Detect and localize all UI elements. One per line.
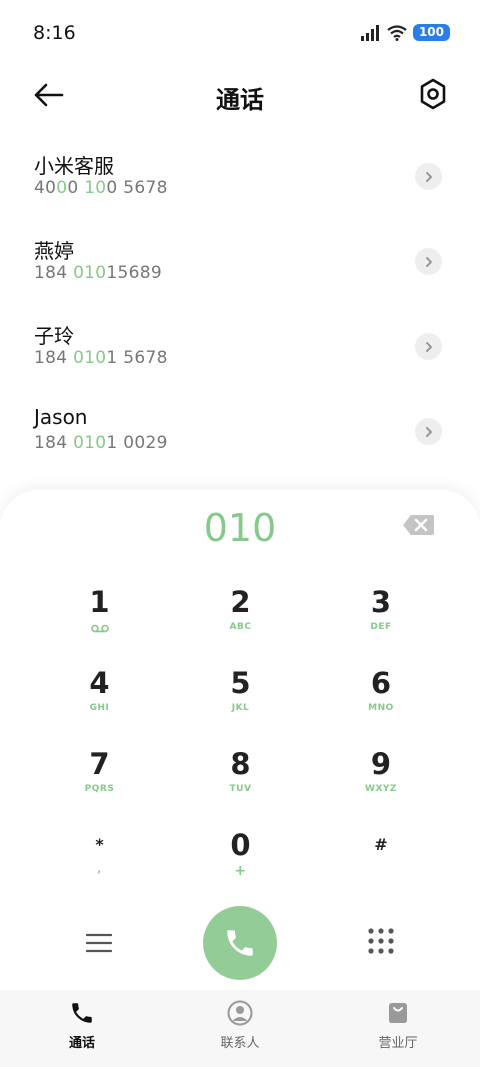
contact-name: 子玲 — [34, 324, 74, 348]
key-digit: 7 — [89, 747, 110, 781]
key-digit: 1 — [89, 585, 110, 619]
key-digit: 4 — [89, 666, 110, 700]
contact-detail-button[interactable] — [415, 163, 442, 190]
page-title: 通话 — [216, 86, 264, 114]
key-letters: PQRS — [84, 784, 115, 794]
header: 通话 — [0, 70, 480, 120]
key-digit: # — [374, 835, 388, 854]
key-digit: 9 — [370, 747, 392, 781]
key-letters: DEF — [370, 622, 392, 632]
key-letters: , — [97, 865, 102, 875]
status-time: 8:16 — [33, 22, 76, 44]
key-3[interactable]: 3 DEF — [311, 572, 451, 653]
tab-calls[interactable]: 通话 — [22, 1000, 142, 1051]
status-bar: 8:16 100 — [0, 0, 480, 64]
key-2[interactable]: 2 ABC — [170, 572, 311, 653]
key-7[interactable]: 7 PQRS — [29, 734, 170, 815]
voicemail-icon — [90, 624, 109, 633]
key-digit: * — [95, 835, 104, 854]
phone-icon — [72, 1003, 92, 1023]
contact-number: 184 0101 5678 — [34, 348, 168, 368]
list-item[interactable]: 小米客服 4000 100 5678 — [0, 140, 480, 225]
contact-number: 184 0101 0029 — [34, 433, 168, 453]
contact-number: 184 01015689 — [34, 263, 163, 283]
keypad-grid-icon — [368, 928, 394, 954]
contact-detail-button[interactable] — [415, 418, 442, 445]
key-letters: ABC — [229, 622, 252, 632]
settings-icon — [420, 78, 446, 110]
back-button[interactable] — [30, 78, 68, 112]
list-item[interactable]: 燕婷 184 01015689 — [0, 225, 480, 310]
contact-name: Jason — [34, 405, 88, 429]
key-4[interactable]: 4 GHI — [29, 653, 170, 734]
backspace-button[interactable] — [402, 512, 436, 538]
list-item[interactable]: Jason 184 0101 0029 — [0, 395, 480, 480]
contact-name: 小米客服 — [34, 154, 114, 178]
chevron-right-icon — [425, 171, 432, 182]
key-0[interactable]: 0 + — [170, 815, 311, 896]
chevron-right-icon — [425, 256, 432, 267]
battery-indicator: 100 — [412, 24, 450, 41]
tab-service-label: 营业厅 — [378, 1036, 418, 1051]
contact-detail-button[interactable] — [415, 333, 442, 360]
contact-detail-button[interactable] — [415, 248, 442, 275]
key-letters: + — [234, 863, 247, 879]
bottom-nav: 通话 联系人 营业厅 — [0, 990, 480, 1067]
key-8[interactable]: 8 TUV — [170, 734, 311, 815]
back-arrow-icon — [34, 83, 64, 107]
key-hash[interactable]: # — [311, 815, 451, 896]
key-5[interactable]: 5 JKL — [170, 653, 311, 734]
tab-calls-label: 通话 — [68, 1036, 95, 1051]
person-icon — [227, 1000, 253, 1026]
list-item[interactable]: 子玲 184 0101 5678 — [0, 310, 480, 395]
key-digit: 2 — [230, 585, 251, 619]
tab-contacts-label: 联系人 — [220, 1036, 260, 1051]
key-digit: 8 — [230, 747, 251, 781]
key-9[interactable]: 9 WXYZ — [311, 734, 451, 815]
status-icons: 100 — [360, 24, 450, 41]
key-6[interactable]: 6 MNO — [311, 653, 451, 734]
tab-service[interactable]: 营业厅 — [338, 1000, 458, 1051]
key-digit: 3 — [370, 585, 392, 619]
tab-contacts[interactable]: 联系人 — [180, 1000, 300, 1051]
hamburger-menu-icon — [85, 933, 113, 953]
chevron-right-icon — [425, 341, 432, 352]
contact-list: 小米客服 4000 100 5678 燕婷 184 01015689 子玲 18… — [0, 140, 480, 480]
key-1[interactable]: 1 — [29, 572, 170, 653]
wifi-icon — [387, 24, 407, 41]
call-button[interactable] — [203, 906, 277, 980]
keypad: 1 2 ABC 3 DEF 4 GHI 5 JKL 6 MNO 7 PQRS 8… — [29, 572, 451, 896]
key-letters: WXYZ — [365, 784, 397, 794]
menu-button[interactable] — [82, 928, 116, 958]
key-letters: TUV — [229, 784, 252, 794]
key-digit: 5 — [230, 666, 251, 700]
key-digit: 0 — [230, 828, 251, 862]
shopping-bag-icon — [389, 1003, 407, 1023]
key-star[interactable]: * , — [29, 815, 170, 896]
key-letters: MNO — [368, 703, 394, 713]
signal-icon — [360, 24, 379, 41]
backspace-icon — [403, 515, 434, 535]
dialpad-action-row — [0, 898, 480, 988]
phone-icon — [227, 930, 253, 956]
settings-button[interactable] — [416, 76, 450, 112]
dialpad-panel: 010 1 2 ABC 3 DEF 4 GHI 5 JKL 6 MNO 7 PQ… — [0, 490, 480, 1067]
contact-name: 燕婷 — [34, 239, 74, 263]
chevron-right-icon — [425, 426, 432, 437]
keypad-toggle-button[interactable] — [366, 926, 396, 956]
key-digit: 6 — [370, 666, 392, 700]
contact-number: 4000 100 5678 — [34, 178, 168, 198]
key-letters: GHI — [89, 703, 110, 713]
key-letters: JKL — [231, 703, 250, 713]
